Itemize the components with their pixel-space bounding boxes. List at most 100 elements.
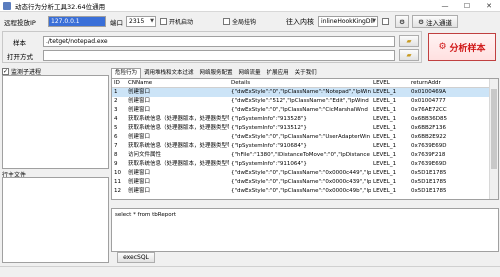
table-row[interactable]: 1 创建窗口 {"dwExStyle":"0","lpClassName":"Not… xyxy=(112,88,498,97)
process-tree[interactable] xyxy=(2,75,109,169)
table-row[interactable]: 10 创建窗口 {"dwExStyle":"0","lpClassName":"0x… xyxy=(112,169,498,178)
cell-level: LEVEL_1 xyxy=(373,116,397,122)
inject-label: 往入内核 xyxy=(286,17,315,26)
open-method-label: 打开方式 xyxy=(7,53,33,61)
cell-id: 10 xyxy=(114,170,121,176)
cell-id: 6 xyxy=(114,134,118,140)
folder-icon: ▰ xyxy=(406,51,412,59)
left-pane: ✓ 监测子进程 行主文件 xyxy=(2,67,109,267)
cell-level: LEVEL_1 xyxy=(373,170,397,176)
tab-bar: 危险行为 调用堆栈和文本过滤 网络服务配置 网络流量 扩展应用 关于我们 xyxy=(111,68,320,78)
inject-options-button[interactable]: ⚙ xyxy=(395,15,410,28)
table-row[interactable]: 3 创建窗口 {"dwExStyle":"0","lpClassName":"Cic… xyxy=(112,106,498,115)
window-title: 动态行为分析工具32.64位通用 xyxy=(15,2,106,11)
table-row[interactable]: 8 访问文件属性 {"hFile":"1380","lDistanceToMove"… xyxy=(112,151,498,160)
header-cnname[interactable]: CNName xyxy=(126,79,229,87)
files-list[interactable] xyxy=(2,177,109,263)
autostart-checkbox[interactable]: 开机启动 xyxy=(160,17,193,26)
close-button[interactable]: ✕ xyxy=(478,0,500,12)
table-row[interactable]: 6 创建窗口 {"dwExStyle":"0","lpClassName":"Use… xyxy=(112,133,498,142)
cell-cnname: 创建窗口 xyxy=(128,188,151,194)
kernel-checkbox[interactable] xyxy=(382,18,391,25)
header-id[interactable]: ID xyxy=(112,79,126,87)
maximize-button[interactable]: ☐ xyxy=(456,0,478,12)
ip-input[interactable]: 127.0.0.1 xyxy=(48,16,106,27)
port-select[interactable]: 2315 xyxy=(126,16,156,27)
sample-label: 样本 xyxy=(13,39,26,47)
cell-cnname: 创建窗口 xyxy=(128,107,151,113)
cell-id: 2 xyxy=(114,98,118,104)
tab-network-traffic[interactable]: 网络流量 xyxy=(236,69,264,78)
table-row[interactable]: 12 创建窗口 {"dwExStyle":"0","lpClassName":"0x… xyxy=(112,187,498,196)
inject-icon: ⚙ xyxy=(418,17,424,26)
exec-sql-button[interactable]: execSQL xyxy=(117,252,155,263)
status-bar xyxy=(0,266,500,277)
scrollbar-thumb[interactable] xyxy=(491,89,497,169)
table-row[interactable]: 2 创建窗口 {"dwExStyle":"512","lpClassName":"E… xyxy=(112,97,498,106)
cell-details: {"dwExStyle":"512","lpClassName":"Edit",… xyxy=(231,98,369,104)
table-row[interactable]: 7 获取系统信息（处理器版本，处理器类型等） {"lpSystemInfo":"91… xyxy=(112,142,498,151)
cell-return-addr: 0x6BB36D85 xyxy=(411,116,448,122)
cell-id: 4 xyxy=(114,116,118,122)
global-hook-box[interactable] xyxy=(223,18,231,25)
cell-details: {"dwExStyle":"0","lpClassName":"0x0000c4… xyxy=(231,170,371,176)
browse-open-button[interactable]: ▰ xyxy=(399,49,419,61)
cell-details: {"lpSystemInfo":"910684"} xyxy=(231,143,307,149)
cell-level: LEVEL_1 xyxy=(373,152,397,158)
global-hook-checkbox[interactable]: 全局挂钩 xyxy=(223,17,256,26)
cell-level: LEVEL_1 xyxy=(373,179,397,185)
folder-icon: ▰ xyxy=(406,37,412,45)
cell-return-addr: 0x01004777 xyxy=(411,98,446,104)
cell-id: 8 xyxy=(114,152,118,158)
cell-details: {"dwExStyle":"0","lpClassName":"0x0000c4… xyxy=(231,188,371,194)
tab-extensions[interactable]: 扩展应用 xyxy=(264,69,292,78)
analyze-button-label: 分析样本 xyxy=(449,43,486,54)
inject-button[interactable]: ⚙ 注入通道 xyxy=(412,15,459,28)
remote-ip-label: 远程投放IP xyxy=(4,18,36,27)
header-details[interactable]: Details xyxy=(229,79,371,87)
table-row[interactable]: 5 获取系统信息（处理器版本，处理器类型等） {"lpSystemInfo":"91… xyxy=(112,124,498,133)
cell-level: LEVEL_1 xyxy=(373,89,397,95)
connection-row: 远程投放IP 127.0.0.1 端口 2315 开机启动 全局挂钩 往入内核 … xyxy=(4,15,459,28)
sample-panel: 样本 ./tetget/notepad.exe ▰ 打开方式 ▰ xyxy=(2,31,422,63)
cell-cnname: 获取系统信息（处理器版本，处理器类型等） xyxy=(128,143,229,149)
header-return-addr[interactable]: returnAddr xyxy=(409,79,489,87)
port-label: 端口 xyxy=(110,18,123,27)
cell-cnname: 获取系统信息（处理器版本，处理器类型等） xyxy=(128,161,229,167)
cell-id: 5 xyxy=(114,125,118,131)
minimize-button[interactable]: — xyxy=(434,0,456,12)
table-row[interactable]: 9 获取系统信息（处理器版本，处理器类型等） {"lpSystemInfo":"91… xyxy=(112,160,498,169)
tab-network-config[interactable]: 网络服务配置 xyxy=(197,69,236,78)
inject-button-label: 注入通道 xyxy=(425,18,452,27)
sql-query-text: select * from tbReport xyxy=(115,212,177,218)
analyze-icon: ⚙ xyxy=(438,42,447,52)
cell-return-addr: 0x5D1E1785 xyxy=(411,188,447,194)
cell-details: {"lpSystemInfo":"913512"} xyxy=(231,125,307,131)
global-hook-label: 全局挂钩 xyxy=(232,19,257,26)
app-icon xyxy=(3,1,11,10)
table-row[interactable]: 4 获取系统信息（处理器版本，处理器类型等） {"lpSystemInfo":"91… xyxy=(112,115,498,124)
browse-sample-button[interactable]: ▰ xyxy=(399,35,419,47)
table-row[interactable]: 11 创建窗口 {"dwExStyle":"0","lpClassName":"0x… xyxy=(112,178,498,187)
header-level[interactable]: LEVEL xyxy=(371,79,409,87)
cell-level: LEVEL_1 xyxy=(373,98,397,104)
tab-call-stack[interactable]: 调用堆栈和文本过滤 xyxy=(141,69,197,78)
table-scrollbar[interactable] xyxy=(489,79,498,199)
monitor-child-box[interactable]: ✓ xyxy=(2,68,9,75)
sql-query-input[interactable]: select * from tbReport xyxy=(111,208,499,252)
cell-cnname: 创建窗口 xyxy=(128,134,151,140)
cell-level: LEVEL_1 xyxy=(373,134,397,140)
tab-danger-behavior[interactable]: 危险行为 xyxy=(111,68,142,78)
open-method-input[interactable] xyxy=(43,50,395,61)
hook-select[interactable]: inlineHookKingDll xyxy=(318,16,379,27)
window-controls: — ☐ ✕ xyxy=(434,0,500,12)
cell-cnname: 创建窗口 xyxy=(128,170,151,176)
cell-details: {"dwExStyle":"0","lpClassName":"UserAdap… xyxy=(231,134,371,140)
title-bar: 动态行为分析工具32.64位通用 — ☐ ✕ xyxy=(0,0,500,12)
cell-level: LEVEL_1 xyxy=(373,107,397,113)
tab-about[interactable]: 关于我们 xyxy=(292,69,320,78)
analyze-sample-button[interactable]: ⚙ 分析样本 xyxy=(428,33,496,61)
autostart-box[interactable] xyxy=(160,18,167,25)
sample-path-input[interactable]: ./tetget/notepad.exe xyxy=(43,36,395,47)
kernel-box[interactable] xyxy=(382,18,390,25)
